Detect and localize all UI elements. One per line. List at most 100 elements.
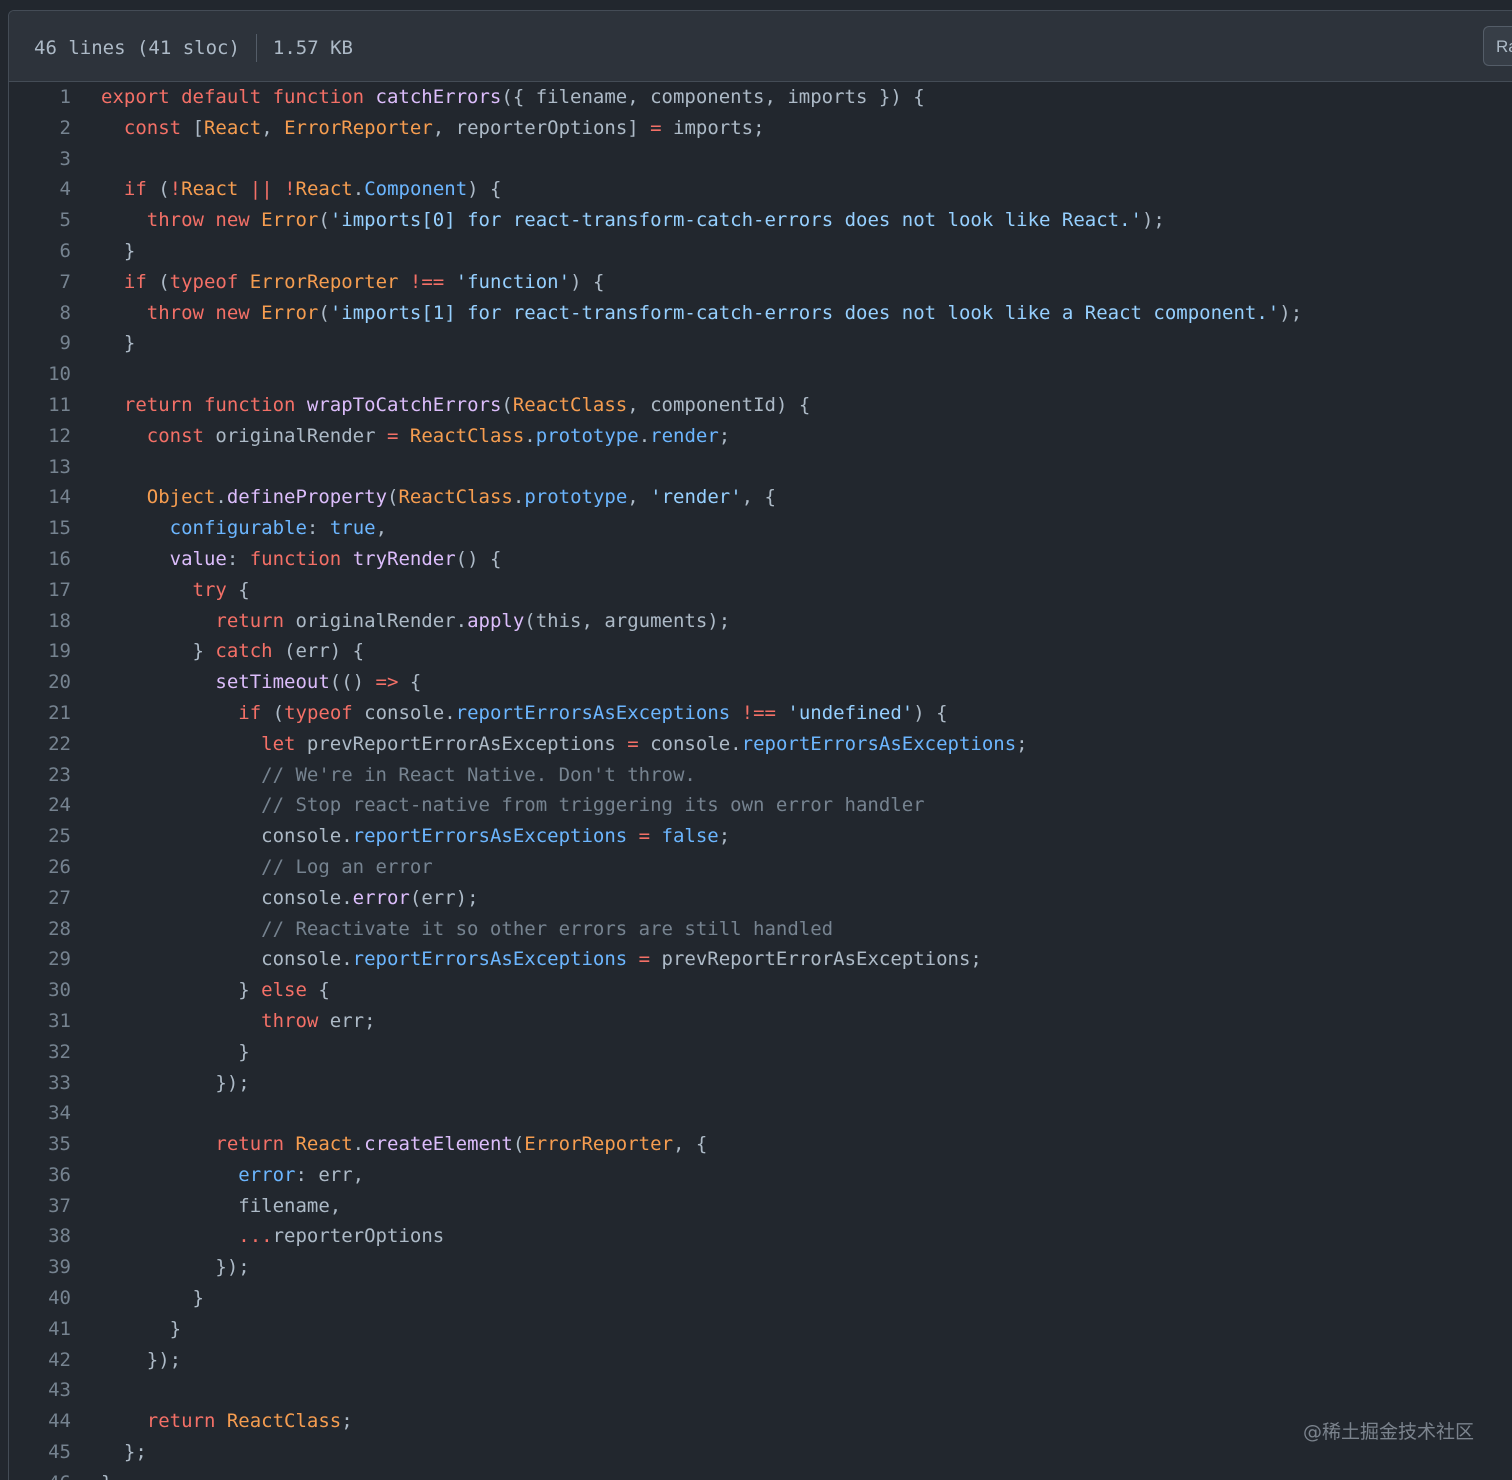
code-line: 42 }); [9,1345,1512,1376]
code-token: [ [192,116,204,139]
code-line: 40 } [9,1283,1512,1314]
line-number[interactable]: 23 [9,760,71,791]
line-number[interactable]: 27 [9,883,71,914]
code-token: ReactClass [512,393,628,416]
line-number[interactable]: 8 [9,298,71,329]
line-number[interactable]: 14 [9,482,71,513]
line-number[interactable]: 41 [9,1314,71,1345]
line-number[interactable]: 10 [9,359,71,390]
code-text: filename, [101,1191,341,1222]
code-text: } [101,1037,249,1068]
line-number[interactable]: 16 [9,544,71,575]
line-number[interactable]: 37 [9,1191,71,1222]
line-number[interactable]: 5 [9,205,71,236]
code-token: ); [1141,209,1165,232]
code-token: (() [329,671,376,694]
code-token: if [123,178,159,201]
code-token: = [638,948,662,971]
code-token: () { [455,547,502,570]
code-token: apply [467,609,525,632]
line-number[interactable]: 15 [9,513,71,544]
line-number[interactable]: 38 [9,1221,71,1252]
code-token: React [203,116,262,139]
line-number[interactable]: 28 [9,914,71,945]
line-number[interactable]: 46 [9,1468,71,1480]
code-token: typeof [284,701,365,724]
line-number[interactable]: 31 [9,1006,71,1037]
line-number[interactable]: 24 [9,790,71,821]
code-token: . [215,486,227,509]
line-number[interactable]: 43 [9,1375,71,1406]
code-line: 33 }); [9,1068,1512,1099]
line-number[interactable]: 20 [9,667,71,698]
code-token: = [650,116,662,139]
line-number[interactable]: 26 [9,852,71,883]
line-number[interactable]: 21 [9,698,71,729]
code-token: render [650,424,719,447]
code-token: tryRender [352,547,456,570]
code-line: 36 error: err, [9,1160,1512,1191]
line-number[interactable]: 19 [9,636,71,667]
line-number[interactable]: 34 [9,1098,71,1129]
line-number[interactable]: 29 [9,944,71,975]
line-number[interactable]: 2 [9,113,71,144]
line-number[interactable]: 9 [9,328,71,359]
line-number[interactable]: 22 [9,729,71,760]
code-token: = [387,424,410,447]
code-token: ; [1016,732,1028,755]
line-number[interactable]: 40 [9,1283,71,1314]
line-number[interactable]: 17 [9,575,71,606]
code-line: 18 return originalRender.apply(this, arg… [9,606,1512,637]
code-token: . [352,178,365,201]
line-number[interactable]: 30 [9,975,71,1006]
code-token: setTimeout [215,671,330,694]
code-token: throw new [146,209,262,232]
line-number[interactable]: 35 [9,1129,71,1160]
line-number[interactable]: 45 [9,1437,71,1468]
line-number[interactable]: 12 [9,421,71,452]
code-text: ...reporterOptions [101,1221,444,1252]
code-text: let prevReportErrorAsExceptions = consol… [101,729,1028,760]
code-token: ( [272,701,285,724]
line-number[interactable]: 11 [9,390,71,421]
code-token: }); [101,1256,250,1279]
code-token: // Log an error [261,855,433,878]
code-token: { [318,979,330,1002]
code-text: value: function tryRender() { [101,544,502,575]
line-number[interactable]: 36 [9,1160,71,1191]
line-number[interactable]: 3 [9,144,71,175]
line-number[interactable]: 32 [9,1037,71,1068]
code-token: // Stop react-native from triggering its… [261,794,925,817]
line-number[interactable]: 6 [9,236,71,267]
line-number[interactable]: 4 [9,174,71,205]
code-token: reportErrorsAsExceptions [352,948,639,971]
code-token: const [146,424,216,447]
line-number[interactable]: 18 [9,606,71,637]
code-line: 5 throw new Error('imports[0] for react-… [9,205,1512,236]
code-line: 13 [9,452,1512,483]
code-text: return React.createElement(ErrorReporter… [101,1129,707,1160]
line-number[interactable]: 33 [9,1068,71,1099]
code-text: } [101,328,135,359]
code-token: prevReportErrorAsExceptions [306,732,628,755]
code-text: return function wrapToCatchErrors(ReactC… [101,390,810,421]
code-line: 31 throw err; [9,1006,1512,1037]
line-number[interactable]: 1 [9,82,71,113]
line-number[interactable]: 39 [9,1252,71,1283]
code-token: try [192,578,239,601]
line-number[interactable]: 44 [9,1406,71,1437]
code-token: , componentId) { [627,393,811,416]
code-token: : [226,547,250,570]
code-token: throw new [146,301,262,324]
raw-button[interactable]: Raw [1483,26,1512,66]
line-number[interactable]: 42 [9,1345,71,1376]
line-number[interactable]: 13 [9,452,71,483]
code-token: } [101,1287,204,1310]
line-number[interactable]: 7 [9,267,71,298]
code-text: return originalRender.apply(this, argume… [101,606,730,637]
line-number[interactable]: 25 [9,821,71,852]
code-token: reportErrorsAsExceptions [352,825,639,848]
